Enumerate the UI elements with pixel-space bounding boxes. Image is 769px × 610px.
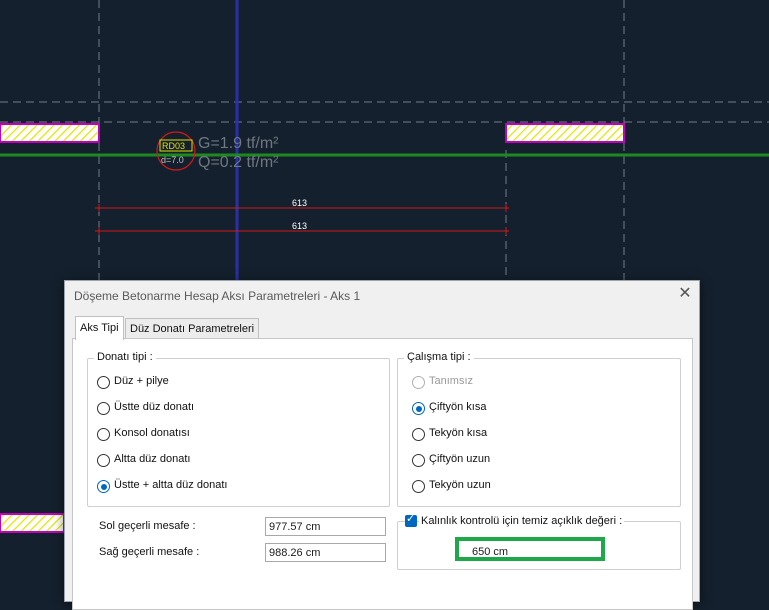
radio-label: Üstte düz donatı: [114, 401, 195, 413]
sag-gecerli-mesafe-field[interactable]: 988.26 cm: [265, 543, 386, 562]
beam-left-hatch: [0, 123, 100, 143]
tab-aks-tipi[interactable]: Aks Tipi: [75, 316, 124, 340]
radio-label: Altta düz donatı: [114, 453, 191, 465]
slab-name-text: RD03: [162, 141, 185, 151]
dialog-title: Döşeme Betonarme Hesap Aksı Parametreler…: [74, 289, 361, 303]
radio-label: Çiftyön uzun: [429, 453, 491, 465]
radio-label: Konsol donatısı: [114, 427, 190, 439]
sol-gecerli-mesafe-field[interactable]: 977.57 cm: [265, 517, 386, 536]
live-load-text: Q=0.2 tf/m²: [198, 154, 279, 171]
radio-label: Tekyön kısa: [429, 427, 488, 439]
kalinlik-kontrol-checkbox[interactable]: ✓: [405, 513, 417, 527]
radio-circle-selected[interactable]: [97, 480, 110, 493]
radio-label: Tekyön uzun: [429, 479, 491, 491]
tab-panel-aks-tipi: Donatı tipi : Düz + pilye Üstte düz dona…: [72, 338, 693, 610]
radio-label: Üstte + altta düz donatı: [114, 479, 228, 491]
axis-parameters-dialog: Döşeme Betonarme Hesap Aksı Parametreler…: [64, 280, 700, 610]
radio-label: Çiftyön kısa: [429, 401, 487, 413]
radio-circle[interactable]: [412, 480, 425, 493]
radio-circle[interactable]: [97, 454, 110, 467]
donati-tipi-group: Donatı tipi : Düz + pilye Üstte düz dona…: [87, 351, 390, 507]
radio-label: Düz + pilye: [114, 375, 169, 387]
beam-bottom-left-hatch: [0, 513, 65, 533]
calisma-tipi-group: Çalışma tipi : Tanımsız Çiftyön kısa Tek…: [397, 351, 681, 507]
donati-tipi-legend: Donatı tipi :: [94, 351, 156, 363]
checkmark-icon: ✓: [406, 513, 416, 525]
beam-right-hatch: [505, 123, 625, 143]
dimension-bottom-text: 613: [292, 221, 307, 231]
slab-thickness-text: d=7.0: [161, 155, 184, 165]
radio-circle[interactable]: [97, 428, 110, 441]
radio-circle-selected[interactable]: [412, 402, 425, 415]
dimension-top-text: 613: [292, 198, 307, 208]
kalinlik-kontrol-label: Kalınlık kontrolü için temiz açıklık değ…: [419, 515, 625, 527]
sag-gecerli-mesafe-label: Sağ geçerli mesafe :: [99, 546, 200, 558]
close-icon[interactable]: ✕: [676, 285, 694, 303]
calisma-tipi-legend: Çalışma tipi :: [404, 351, 474, 363]
radio-circle[interactable]: [412, 454, 425, 467]
radio-circle-disabled: [412, 376, 425, 389]
tab-duz-donati-parametreleri[interactable]: Düz Donatı Parametreleri: [125, 318, 260, 339]
radio-circle[interactable]: [412, 428, 425, 441]
dead-load-text: G=1.9 tf/m²: [198, 135, 279, 152]
sol-gecerli-mesafe-label: Sol geçerli mesafe :: [99, 520, 196, 532]
radio-label: Tanımsız: [429, 375, 474, 387]
temiz-aciklik-field[interactable]: 650 cm: [455, 537, 605, 561]
radio-circle[interactable]: [97, 376, 110, 389]
radio-circle[interactable]: [97, 402, 110, 415]
grid-lines: [0, 0, 769, 280]
